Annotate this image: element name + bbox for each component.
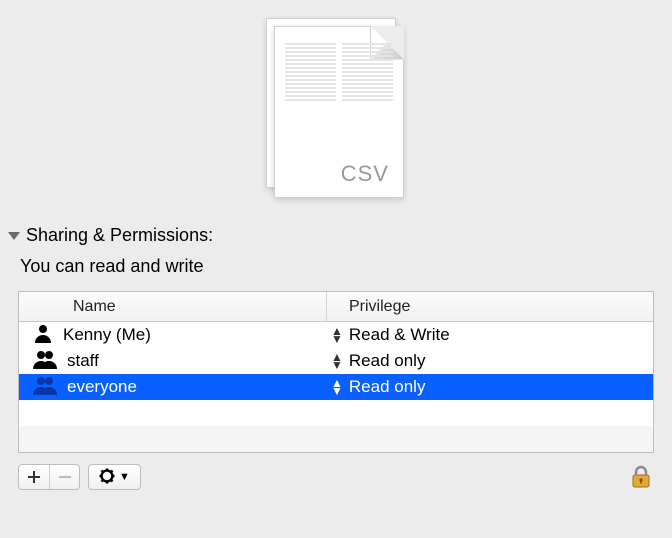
user-name: Kenny (Me) — [63, 325, 151, 345]
file-preview: CSV — [0, 0, 672, 215]
user-name: everyone — [67, 377, 137, 397]
document-icon: CSV — [266, 18, 406, 198]
user-name: staff — [67, 351, 99, 371]
table-header: Name Privilege — [19, 292, 653, 322]
table-row[interactable]: staff ▲▼ Read only — [19, 348, 653, 374]
disclosure-triangle-icon[interactable] — [8, 232, 20, 240]
updown-icon[interactable]: ▲▼ — [331, 353, 343, 369]
table-row-empty — [19, 426, 653, 452]
everyone-icon — [33, 375, 57, 400]
privilege-label: Read only — [349, 351, 426, 371]
lock-button[interactable] — [628, 465, 654, 489]
permissions-table: Name Privilege Kenny (Me) ▲▼ Read & Writ… — [18, 291, 654, 453]
privilege-label: Read only — [349, 377, 426, 397]
table-row[interactable]: everyone ▲▼ Read only — [19, 374, 653, 400]
chevron-down-icon: ▼ — [119, 471, 130, 483]
section-header[interactable]: Sharing & Permissions: — [0, 215, 672, 250]
group-icon — [33, 349, 57, 374]
privilege-label: Read & Write — [349, 325, 450, 345]
person-icon — [33, 323, 53, 348]
column-header-name[interactable]: Name — [19, 292, 327, 321]
gear-icon — [99, 468, 115, 487]
table-row[interactable]: Kenny (Me) ▲▼ Read & Write — [19, 322, 653, 348]
table-footer: ▼ — [18, 461, 654, 493]
column-header-privilege[interactable]: Privilege — [327, 292, 653, 321]
permission-status: You can read and write — [0, 250, 672, 291]
updown-icon[interactable]: ▲▼ — [331, 379, 343, 395]
section-title: Sharing & Permissions: — [26, 225, 213, 246]
updown-icon[interactable]: ▲▼ — [331, 327, 343, 343]
action-menu-button[interactable]: ▼ — [88, 464, 141, 490]
add-remove-segment — [18, 464, 80, 490]
add-button[interactable] — [19, 465, 49, 489]
file-type-label: CSV — [341, 161, 389, 187]
table-row-empty — [19, 400, 653, 426]
remove-button — [49, 465, 79, 489]
